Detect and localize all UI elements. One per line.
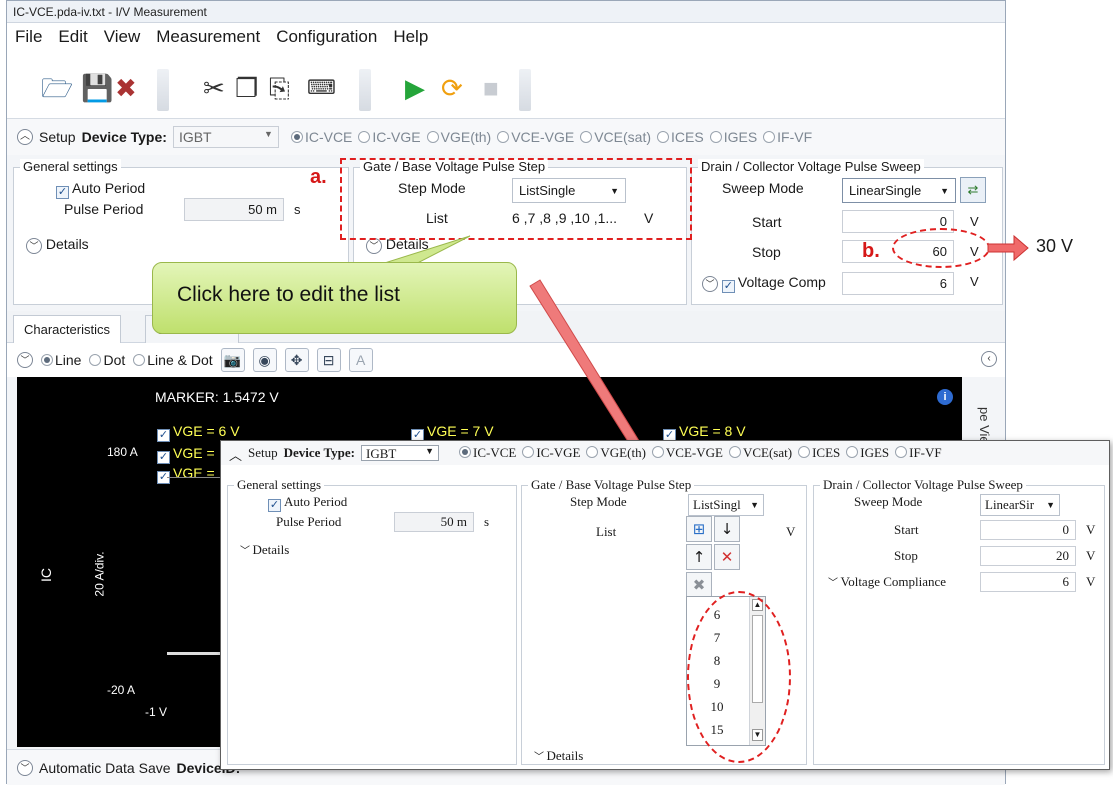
inset-gate-title: Gate / Base Voltage Pulse Step: [528, 477, 695, 493]
inset-pulse-period-unit: s: [484, 514, 490, 529]
inset-pulse-period-field[interactable]: 50 m: [394, 512, 474, 532]
inset-setup-bar: ︿ Setup Device Type: IGBT ▼ IC-VCE IC-VGE…: [221, 441, 1109, 465]
inset-stop-label: Stop: [894, 548, 918, 563]
inset-list-label: List: [596, 524, 617, 539]
inset-general-group: General settings ✓ Auto Period Pulse Peri…: [227, 477, 517, 765]
inset-drain-group: Drain / Collector Voltage Pulse Sweep Sw…: [813, 477, 1105, 765]
inset-compliance-field[interactable]: 6: [980, 572, 1076, 592]
inset-mode-vge-th[interactable]: VGE(th): [586, 445, 646, 461]
inset-drain-title: Drain / Collector Voltage Pulse Sweep: [820, 477, 1026, 493]
inset-setup-label: Setup: [248, 445, 278, 460]
inset-start-field[interactable]: 0: [980, 520, 1076, 540]
inset-clear-icon[interactable]: ✖: [686, 572, 712, 598]
inset-pulse-period-label: Pulse Period: [276, 514, 342, 529]
inset-gate-details-toggle[interactable]: ﹀ Details: [534, 748, 583, 764]
inset-move-down-icon[interactable]: ↓: [714, 516, 740, 542]
arrow-target-value: 30 V: [1036, 236, 1074, 256]
inset-screenshot: ︿ Setup Device Type: IGBT ▼ IC-VCE IC-VGE…: [220, 440, 1110, 770]
inset-mode-vce-sat[interactable]: VCE(sat): [728, 445, 792, 461]
inset-device-type-select[interactable]: IGBT ▼: [361, 445, 440, 461]
inset-delete-icon[interactable]: ✕: [714, 544, 740, 570]
inset-step-mode-select[interactable]: ListSingl ▼: [688, 494, 764, 516]
inset-move-up-icon[interactable]: ↑: [686, 544, 712, 570]
arrow-right-icon: [987, 234, 1029, 262]
inset-mode-ic-vge[interactable]: IC-VGE: [522, 445, 580, 461]
inset-step-mode-label: Step Mode: [570, 494, 627, 509]
inset-mode-ic-vce[interactable]: IC-VCE: [459, 445, 516, 461]
edit-list-callout: Click here to edit the list: [152, 262, 517, 334]
inset-mode-vce-vge[interactable]: VCE-VGE: [651, 445, 723, 461]
inset-stop-field[interactable]: 20: [980, 546, 1076, 566]
inset-device-type-label: Device Type:: [283, 445, 356, 460]
inset-compliance-toggle[interactable]: ﹀ Voltage Compliance: [828, 574, 946, 590]
inset-stop-unit: V: [1086, 548, 1096, 563]
inset-list-unit: V: [786, 524, 796, 539]
inset-details-toggle[interactable]: ﹀ Details: [240, 542, 289, 558]
inset-mode-ices[interactable]: ICES: [798, 445, 840, 461]
inset-auto-period-checkbox[interactable]: ✓ Auto Period: [268, 494, 347, 512]
inset-mode-if-vf[interactable]: IF-VF: [895, 445, 942, 461]
inset-sweep-mode-label: Sweep Mode: [854, 494, 923, 509]
inset-collapse-icon[interactable]: ︿: [229, 445, 242, 463]
inset-general-title: General settings: [234, 477, 325, 493]
inset-start-unit: V: [1086, 522, 1096, 537]
inset-mode-iges[interactable]: IGES: [846, 445, 889, 461]
inset-sweep-mode-select[interactable]: LinearSir ▼: [980, 494, 1060, 516]
inset-compliance-unit: V: [1086, 574, 1096, 589]
inset-start-label: Start: [894, 522, 919, 537]
inset-list-edit-icon[interactable]: ⊞: [686, 516, 712, 542]
highlight-list-ellipse: [687, 591, 791, 763]
